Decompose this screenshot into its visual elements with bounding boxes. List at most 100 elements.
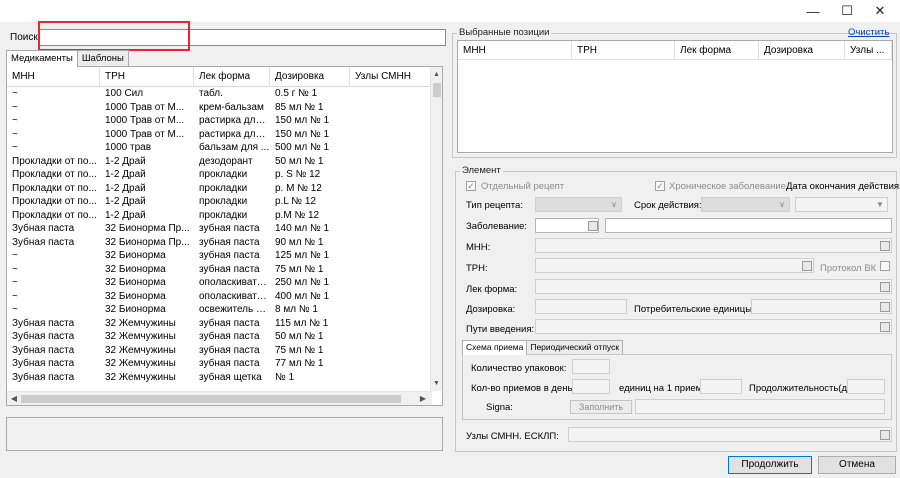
routes-field[interactable] (535, 319, 892, 334)
disease-name-field[interactable] (605, 218, 892, 233)
maximize-icon[interactable]: ☐ (831, 0, 863, 22)
table-row[interactable]: Зубная паста 32 Жемчужины зубная паста 50 м… (7, 330, 432, 344)
trn-ellipsis-button[interactable] (802, 261, 812, 271)
sel-col-mnn[interactable]: МНН (458, 41, 572, 60)
table-row[interactable]: ~32 Бионорма зубная паста 75 мл № 1 (7, 263, 432, 277)
hscroll-thumb[interactable] (21, 395, 401, 403)
tab-medicaments[interactable]: Медикаменты (6, 50, 78, 67)
sel-col-lek-forma[interactable]: Лек форма (675, 41, 759, 60)
sel-col-dosage[interactable]: Дозировка (759, 41, 845, 60)
col-nodes[interactable]: Узлы СМНН (350, 67, 432, 87)
table-row[interactable]: Прокладки от по... 1-2 Драй дезодорант 50 м… (7, 155, 432, 169)
tab-periodic[interactable]: Периодический отпуск (526, 340, 624, 354)
consumer-units-field[interactable] (751, 299, 892, 314)
table-cell: ~ (12, 304, 18, 315)
end-date-label: Дата окончания действия: (786, 181, 900, 192)
table-cell: бальзам для ... (199, 142, 270, 153)
table-row[interactable]: Прокладки от по... 1-2 Драй прокладки р. S … (7, 168, 432, 182)
routes-ellipsis-button[interactable] (880, 322, 890, 332)
close-icon[interactable]: ✕ (864, 0, 896, 22)
sel-col-nodes[interactable]: Узлы ... (845, 41, 892, 60)
table-cell: прокладки (199, 182, 248, 194)
col-lek-forma[interactable]: Лек форма (194, 67, 270, 87)
table-cell (350, 141, 432, 155)
recipe-type-select[interactable]: ∨ (535, 197, 622, 212)
table-row[interactable]: ~32 Бионорма зубная паста 125 мл № 1 (7, 249, 432, 263)
scroll-thumb[interactable] (433, 83, 441, 97)
table-row[interactable]: Прокладки от по... 1-2 Драй прокладки р. M … (7, 182, 432, 196)
lek-forma-field[interactable] (535, 279, 892, 294)
table-row[interactable]: ~32 Бионорма ополаскивате... 250 мл № 1 (7, 276, 432, 290)
search-input[interactable] (38, 29, 446, 46)
trn-field[interactable] (535, 258, 814, 273)
table-cell: зубная паста (199, 250, 260, 261)
table-cell: р. M № 12 (275, 182, 322, 194)
col-mnn[interactable]: МНН (7, 67, 100, 87)
table-cell: 32 Бионорма (105, 277, 166, 288)
nodes-ellipsis-button[interactable] (880, 430, 890, 440)
table-row[interactable]: ~1000 Трав от М... растирка для ... 150 мл… (7, 114, 432, 128)
table-cell: р.M № 12 (275, 209, 320, 221)
continue-button[interactable]: Продолжить (728, 456, 812, 474)
chronic-checkbox[interactable]: ✓ (655, 181, 665, 191)
packages-field[interactable] (572, 359, 610, 374)
fill-button[interactable]: Заполнить (570, 400, 632, 414)
selected-grid[interactable]: МНН ТРН Лек форма Дозировка Узлы ... (457, 40, 893, 153)
table-row[interactable]: ~32 Бионорма освежитель д... 8 мл № 1 (7, 303, 432, 317)
table-cell: растирка для ... (199, 115, 270, 126)
protocol-vk-checkbox[interactable] (880, 261, 890, 271)
table-cell: 32 Бионорма (105, 290, 166, 302)
table-row[interactable]: ~100 Сил табл. 0.5 г № 1 (7, 87, 432, 101)
minimize-icon[interactable]: — (797, 0, 829, 22)
scroll-left-icon[interactable]: ◀ (8, 393, 20, 405)
title-bar: ~~~~ ~~~~~~~ ~~~ ~~~~~ — ☐ ✕ (0, 0, 900, 22)
scroll-right-icon[interactable]: ▶ (417, 393, 429, 405)
disease-ellipsis-button[interactable] (588, 221, 598, 231)
clear-link[interactable]: Очистить (848, 27, 889, 38)
table-row[interactable]: ~1000 Трав от М... крем-бальзам 85 мл № 1 (7, 101, 432, 115)
grid-vertical-scrollbar[interactable]: ▲ ▼ (430, 67, 442, 391)
col-dosage[interactable]: Дозировка (270, 67, 350, 87)
intakes-per-day-field[interactable] (572, 379, 610, 394)
table-row[interactable]: Прокладки от по... 1-2 Драй прокладки р.L №… (7, 195, 432, 209)
units-per-intake-field[interactable] (700, 379, 742, 394)
table-row[interactable]: Зубная паста 32 Бионорма Пр... зубная паст… (7, 236, 432, 250)
table-cell: ~ (12, 115, 18, 126)
recipe-type-label: Тип рецепта: (466, 200, 523, 211)
tab-schema[interactable]: Схема приема (462, 340, 528, 355)
table-row[interactable]: ~32 Бионорма ополаскивате... 400 мл № 1 (7, 290, 432, 304)
scroll-up-icon[interactable]: ▲ (431, 69, 442, 81)
duration-field[interactable] (847, 379, 885, 394)
nodes-field[interactable] (568, 427, 892, 442)
table-row[interactable]: Зубная паста 32 Жемчужины зубная паста 75 м… (7, 344, 432, 358)
lek-forma-ellipsis-button[interactable] (880, 282, 890, 292)
table-row[interactable]: Зубная паста 32 Жемчужины зубная щетка № 1 (7, 371, 432, 385)
dosage-field[interactable] (535, 299, 627, 314)
mnn-ellipsis-button[interactable] (880, 241, 890, 251)
table-row[interactable]: Зубная паста 32 Жемчужины зубная паста 115 … (7, 317, 432, 331)
table-cell (350, 222, 432, 236)
end-date-picker[interactable]: ▼ (795, 197, 888, 212)
medicaments-grid[interactable]: МНН ТРН Лек форма Дозировка Узлы СМНН ~1… (6, 66, 443, 406)
table-cell: 8 мл № 1 (275, 304, 318, 315)
separate-recipe-label: Отдельный рецепт (481, 181, 565, 192)
table-cell (350, 317, 432, 331)
table-row[interactable]: ~1000 трав бальзам для ... 500 мл № 1 (7, 141, 432, 155)
sel-col-trn[interactable]: ТРН (572, 41, 675, 60)
table-row[interactable]: Зубная паста 32 Жемчужины зубная паста 77 м… (7, 357, 432, 371)
table-row[interactable]: ~1000 Трав от М... растирка для ... 150 мл… (7, 128, 432, 142)
signa-field[interactable] (635, 399, 885, 414)
table-cell (350, 276, 432, 290)
table-row[interactable]: Прокладки от по... 1-2 Драй прокладки р.M №… (7, 209, 432, 223)
scroll-down-icon[interactable]: ▼ (431, 378, 442, 390)
col-trn[interactable]: ТРН (100, 67, 194, 87)
grid-horizontal-scrollbar[interactable]: ◀ ▶ (7, 391, 432, 405)
consumer-units-ellipsis-button[interactable] (880, 302, 890, 312)
separate-recipe-checkbox[interactable]: ✓ (466, 181, 476, 191)
tab-templates[interactable]: Шаблоны (76, 50, 129, 66)
validity-select[interactable]: ∨ (701, 197, 790, 212)
table-cell: 32 Бионорма (105, 304, 166, 315)
table-row[interactable]: Зубная паста 32 Бионорма Пр... зубная паст… (7, 222, 432, 236)
cancel-button[interactable]: Отмена (818, 456, 896, 474)
mnn-field[interactable] (535, 238, 892, 253)
